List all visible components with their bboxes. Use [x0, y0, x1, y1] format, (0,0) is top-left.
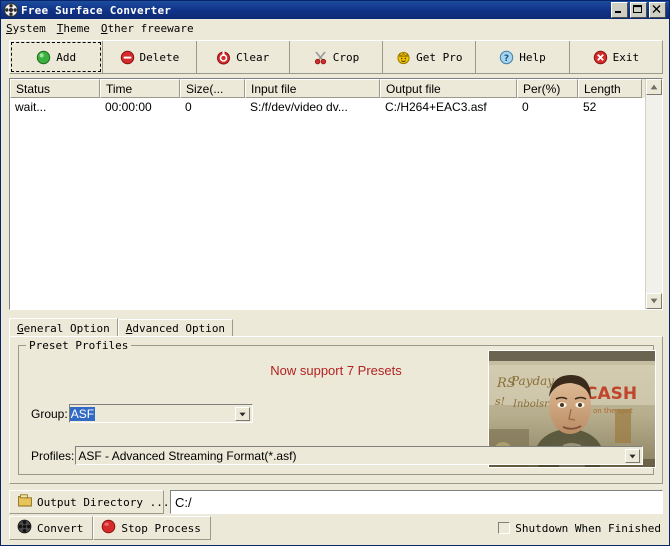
delete-button-label: Delete [140, 51, 180, 64]
cell-length: 52 [578, 98, 642, 115]
column-header-time[interactable]: Time [100, 79, 180, 98]
crop-button-label: Crop [333, 51, 360, 64]
clear-button-label: Clear [236, 51, 269, 64]
tab-general-option[interactable]: General Option [9, 318, 118, 336]
output-directory-button-label: Output Directory ... [37, 496, 169, 509]
preset-profiles-title: Preset Profiles [26, 339, 131, 352]
yellow-smiley-crown-icon [396, 50, 411, 65]
file-list-scrollbar[interactable] [645, 79, 662, 309]
file-list[interactable]: Status Time Size(... Input file Output f… [9, 78, 663, 310]
scrollbar-track[interactable] [646, 95, 662, 293]
output-directory-button[interactable]: Output Directory ... [9, 490, 164, 514]
action-bar: Convert Stop Process Shutdown When Finis… [9, 516, 663, 540]
profiles-dropdown-value: ASF - Advanced Streaming Format(*.asf) [76, 449, 296, 463]
general-option-panel: Preset Profiles Now support 7 Presets [9, 336, 663, 484]
scroll-up-icon[interactable] [646, 79, 662, 95]
tab-advanced-option-label: dvanced Option [132, 322, 225, 335]
folder-icon [18, 494, 32, 510]
cell-percent: 0 [517, 98, 578, 115]
red-circle-minus-icon [120, 50, 135, 65]
menu-item-theme[interactable]: Theme [57, 21, 96, 36]
file-list-body: Status Time Size(... Input file Output f… [10, 79, 645, 309]
output-directory-input[interactable]: C:/ [170, 490, 663, 514]
cell-size: 0 [180, 98, 245, 115]
get-pro-button[interactable]: Get Pro [383, 41, 476, 73]
column-header-output-file[interactable]: Output file [380, 79, 517, 98]
help-button-label: Help [519, 51, 546, 64]
svg-text:s!: s! [495, 395, 505, 408]
crop-button[interactable]: Crop [290, 41, 383, 73]
table-row[interactable]: wait... 00:00:00 0 S:/f/dev/video dv... … [10, 98, 645, 115]
close-button[interactable] [649, 2, 666, 18]
red-circle-clear-icon [216, 50, 231, 65]
title-bar: Free Surface Converter [1, 1, 669, 19]
maximize-button[interactable] [630, 2, 647, 18]
checkbox-box[interactable] [498, 522, 510, 534]
group-dropdown[interactable]: ASF [69, 404, 253, 423]
cell-input-file: S:/f/dev/video dv... [245, 98, 380, 115]
film-reel-convert-icon [17, 519, 32, 537]
file-list-empty-area [10, 115, 645, 309]
svg-text:Payday: Payday [510, 374, 554, 388]
clear-button[interactable]: Clear [197, 41, 290, 73]
column-header-size[interactable]: Size(... [180, 79, 245, 98]
exit-button-label: Exit [613, 51, 640, 64]
exit-button[interactable]: Exit [570, 41, 662, 73]
menu-label-other-freeware: ther freeware [108, 22, 194, 35]
profiles-field-row: Profiles: ASF - Advanced Streaming Forma… [31, 446, 643, 465]
scroll-down-icon[interactable] [646, 293, 662, 309]
window-title: Free Surface Converter [21, 4, 611, 17]
minimize-button[interactable] [611, 2, 628, 18]
menu-bar: System Theme Other freeware [1, 19, 669, 37]
svg-text:CASH: CASH [585, 384, 637, 404]
window-controls [611, 2, 668, 18]
options-tabs: General Option Advanced Option [9, 318, 669, 336]
menu-label-system: ystem [13, 22, 46, 35]
tab-general-option-label: eneral Option [24, 322, 110, 335]
file-list-header: Status Time Size(... Input file Output f… [10, 79, 645, 98]
film-reel-icon [4, 3, 18, 17]
blue-question-help-icon: ? [499, 50, 514, 65]
cell-time: 00:00:00 [100, 98, 180, 115]
column-header-length[interactable]: Length [578, 79, 642, 98]
stop-process-button[interactable]: Stop Process [93, 516, 210, 540]
red-circle-stop-icon [101, 519, 116, 537]
menu-item-other-freeware[interactable]: Other freeware [101, 21, 200, 36]
convert-button-label: Convert [37, 522, 83, 535]
scissors-crop-icon [313, 50, 328, 65]
profiles-label: Profiles: [31, 449, 74, 463]
shutdown-when-finished-label: Shutdown When Finished [515, 522, 661, 535]
column-header-percent[interactable]: Per(%) [517, 79, 578, 98]
chevron-down-icon[interactable] [625, 449, 640, 463]
column-header-status[interactable]: Status [10, 79, 100, 98]
menu-label-theme: heme [63, 22, 90, 35]
group-dropdown-value: ASF [70, 407, 95, 421]
add-button-label: Add [56, 51, 76, 64]
column-header-input-file[interactable]: Input file [245, 79, 380, 98]
status-bar [1, 540, 669, 545]
stop-process-button-label: Stop Process [121, 522, 200, 535]
convert-button[interactable]: Convert [9, 516, 93, 540]
red-circle-x-exit-icon [593, 50, 608, 65]
cell-status: wait... [10, 98, 100, 115]
cell-output-file: C:/H264+EAC3.asf [380, 98, 517, 115]
tab-advanced-option[interactable]: Advanced Option [118, 319, 233, 336]
output-directory-bar: Output Directory ... C:/ [9, 490, 663, 514]
delete-button[interactable]: Delete [103, 41, 196, 73]
help-button[interactable]: ? Help [476, 41, 569, 73]
chevron-down-icon[interactable] [235, 407, 250, 421]
get-pro-button-label: Get Pro [416, 51, 462, 64]
menu-item-system[interactable]: System [6, 21, 52, 36]
add-button[interactable]: Add [10, 41, 103, 73]
profiles-dropdown[interactable]: ASF - Advanced Streaming Format(*.asf) [75, 446, 643, 465]
shutdown-when-finished-checkbox[interactable]: Shutdown When Finished [498, 522, 661, 535]
application-window: Free Surface Converter System Theme Othe… [0, 0, 670, 546]
preset-profiles-group: Preset Profiles Now support 7 Presets [18, 345, 654, 475]
group-label: Group: [31, 407, 68, 421]
toolbar: Add Delete Clear [9, 40, 663, 74]
group-field-row: Group: ASF [31, 404, 253, 423]
green-circle-add-icon [36, 50, 51, 65]
svg-text:?: ? [504, 54, 509, 64]
